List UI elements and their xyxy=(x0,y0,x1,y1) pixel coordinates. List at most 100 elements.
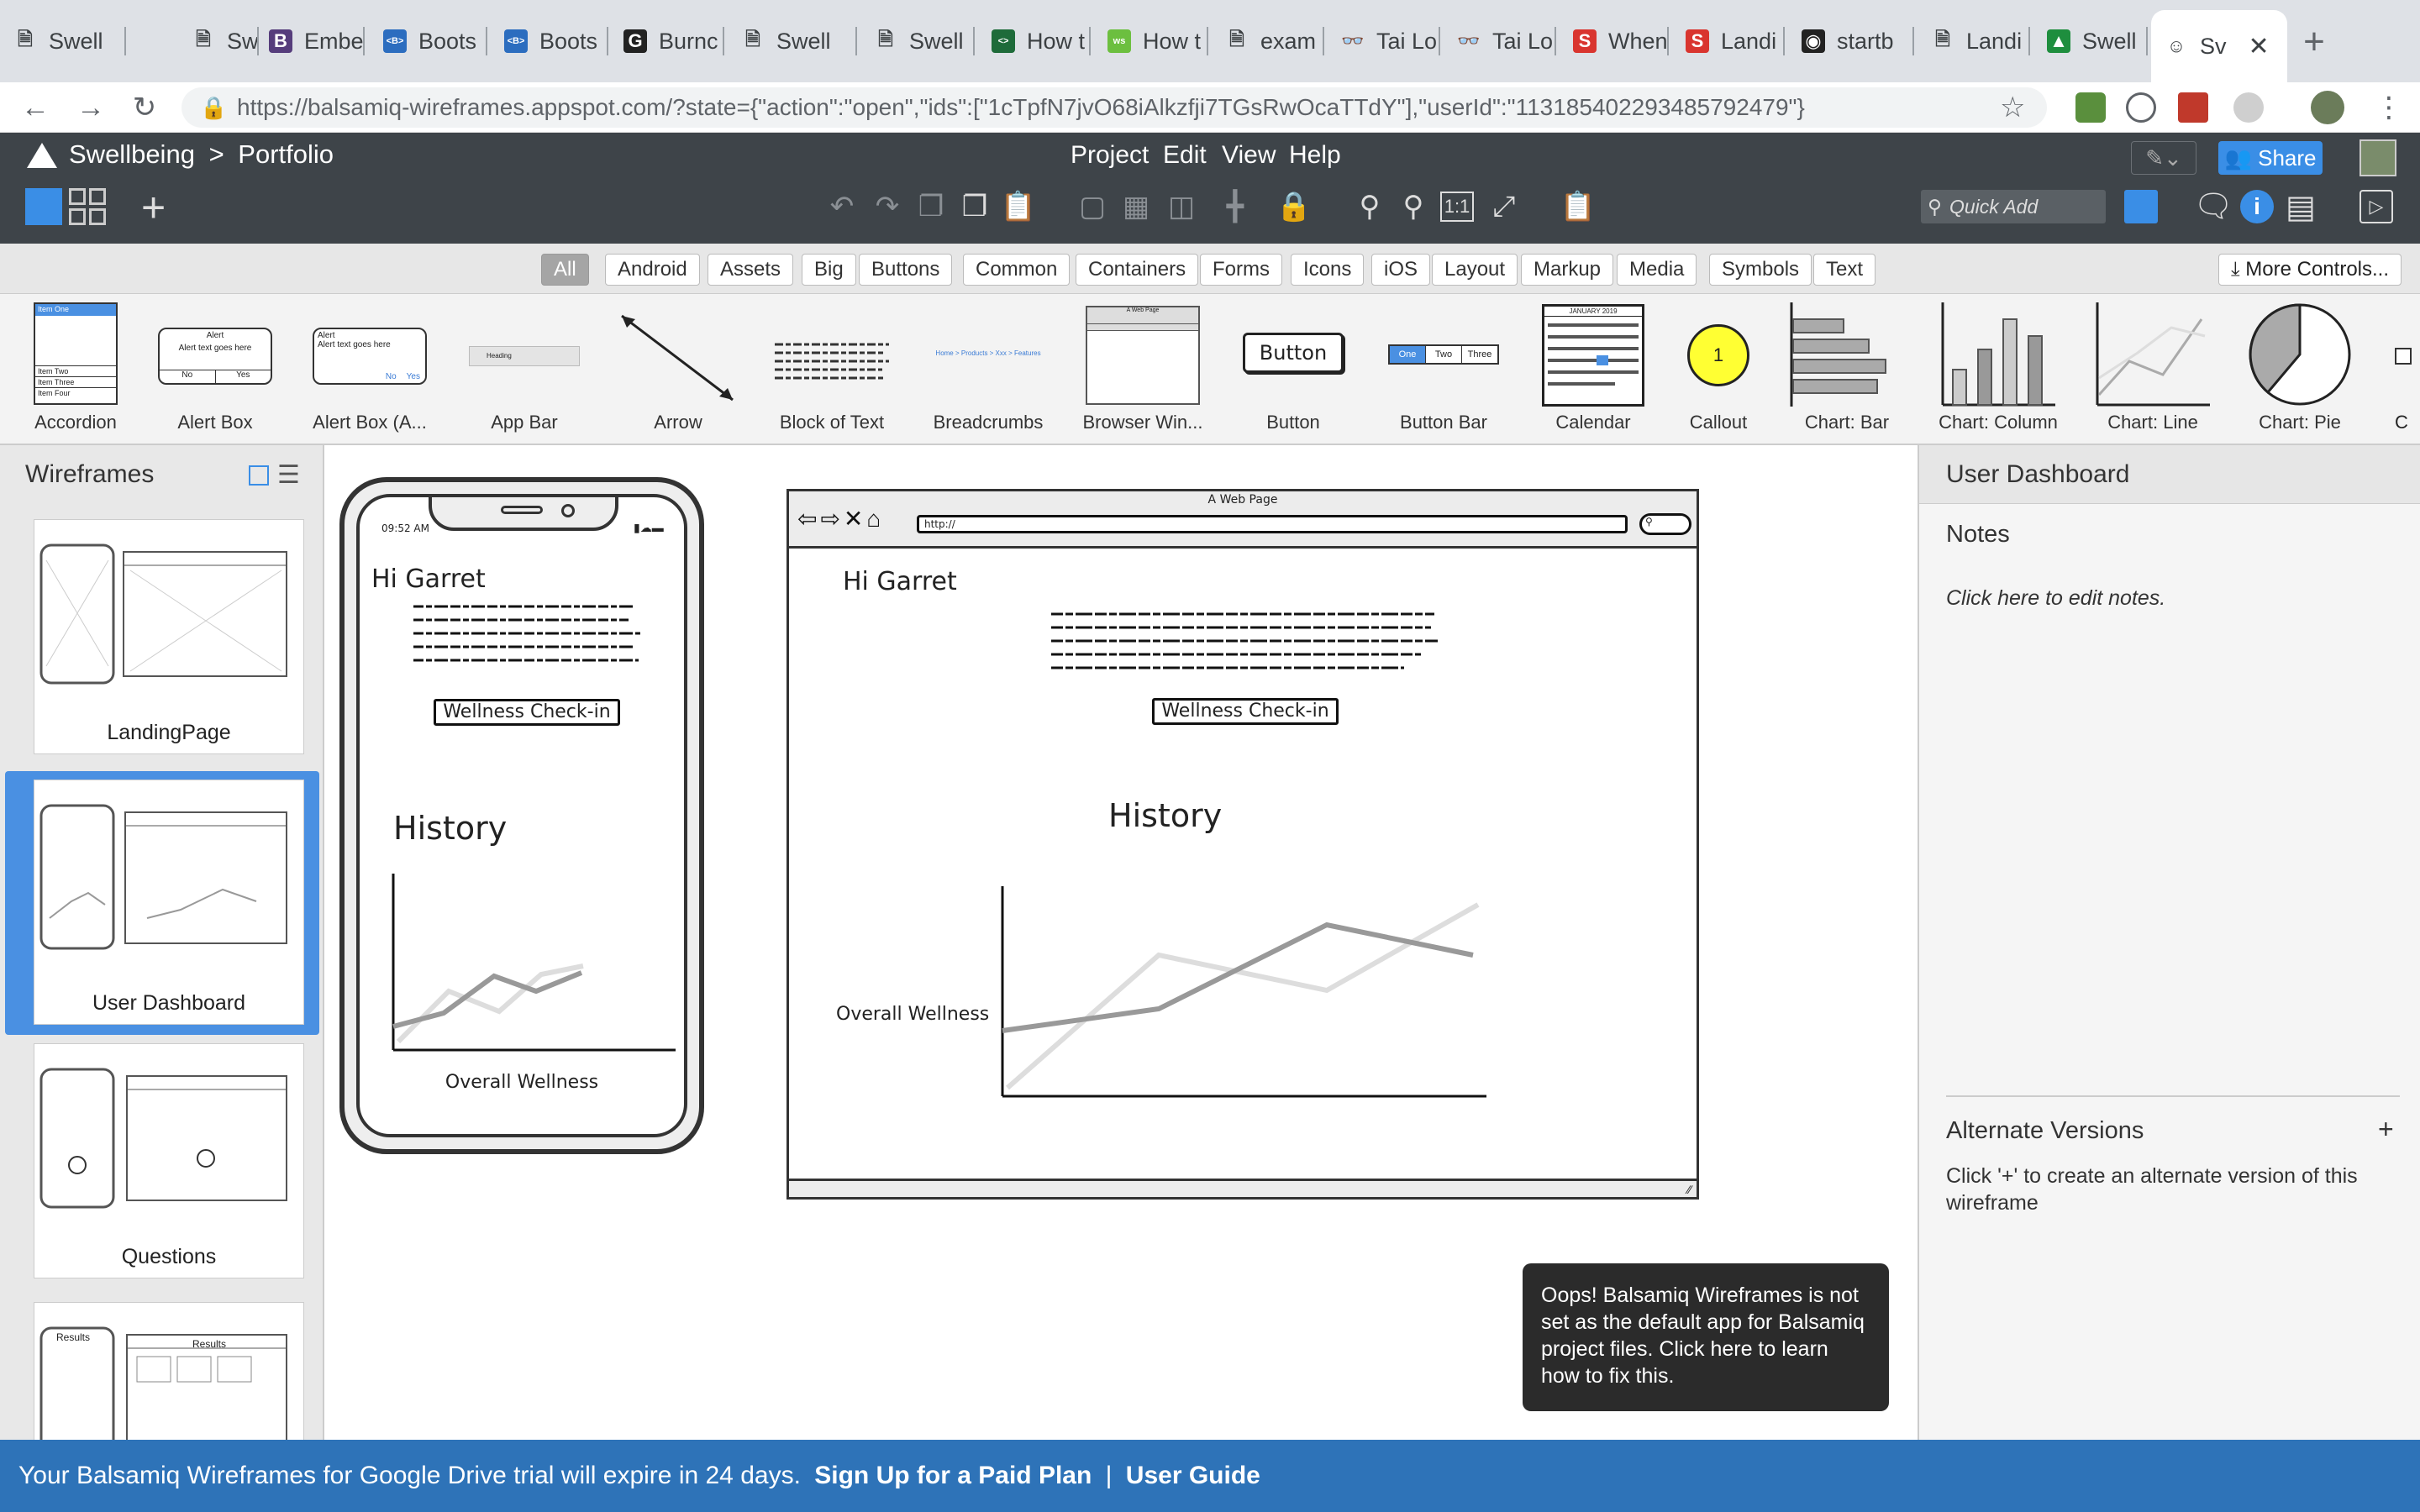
category-text[interactable]: Text xyxy=(1813,254,1876,286)
category-android[interactable]: Android xyxy=(605,254,700,286)
user-guide-link[interactable]: User Guide xyxy=(1126,1462,1260,1489)
browser-mockup[interactable]: A Web Page ⇦⇨✕⌂ http:// ⚲ Hi Garret Well… xyxy=(786,489,1699,1200)
lock-element-icon[interactable]: 🔒 xyxy=(1276,188,1313,225)
browser-tab[interactable]: ▲ Swell xyxy=(2033,12,2148,71)
add-alternate-version-button[interactable]: + xyxy=(2378,1114,2394,1145)
library-item-chart-bar[interactable]: Chart: Bar xyxy=(1790,294,1904,445)
grid-view-icon[interactable] xyxy=(69,188,106,225)
new-tab-button[interactable]: + xyxy=(2297,18,2331,66)
default-app-toast[interactable]: Oops! Balsamiq Wireframes is not set as … xyxy=(1523,1263,1889,1411)
clipboard-delete-icon[interactable]: 📋 xyxy=(1560,188,1597,225)
category-common[interactable]: Common xyxy=(963,254,1071,286)
browser-tab[interactable]: 👓 Tai Lo xyxy=(1444,12,1556,71)
category-big[interactable]: Big xyxy=(802,254,856,286)
browser-tab[interactable]: <> How t xyxy=(978,12,1091,71)
reload-icon[interactable]: ↻ xyxy=(128,91,161,124)
browser-search-box[interactable]: ⚲ xyxy=(1639,513,1691,535)
browser-tab[interactable]: <B> Boots xyxy=(370,12,487,71)
zoom-out-icon[interactable]: ⚲ xyxy=(1351,188,1388,225)
fit-screen-icon[interactable]: ⤢ xyxy=(1486,188,1523,225)
url-field[interactable]: 🔒 https://balsamiq-wireframes.appspot.co… xyxy=(182,87,2047,128)
category-markup[interactable]: Markup xyxy=(1521,254,1614,286)
library-item-chart-column[interactable]: Chart: Column xyxy=(1939,294,2058,445)
library-item-calendar[interactable]: JANUARY 2019 Calendar xyxy=(1541,294,1645,445)
extension-grey-icon[interactable] xyxy=(2233,92,2264,123)
category-ios[interactable]: iOS xyxy=(1371,254,1431,286)
library-item-button-bar[interactable]: One Two Three Button Bar xyxy=(1385,294,1502,445)
quick-add-input[interactable]: ⚲ Quick Add xyxy=(1921,190,2106,223)
library-item-breadcrumbs[interactable]: Home > Products > Xxx > Features Breadcr… xyxy=(929,294,1047,445)
library-item-alert-box[interactable]: Alert Alert text goes here No Yes Alert … xyxy=(156,294,274,445)
category-all[interactable]: All xyxy=(541,254,589,286)
redo-icon[interactable]: ↷ xyxy=(869,188,906,225)
browser-menu-icon[interactable]: ⋮ xyxy=(2375,91,2403,124)
browser-tab[interactable]: 🗎 Swell xyxy=(728,12,857,71)
actual-size-icon[interactable]: 1:1 xyxy=(1440,192,1474,222)
browser-tab[interactable]: 🗎 Landi xyxy=(1918,12,2030,71)
category-media[interactable]: Media xyxy=(1617,254,1697,286)
group-icon[interactable]: ▢ xyxy=(1074,188,1111,225)
align-icon[interactable]: ╋ xyxy=(1217,188,1254,225)
undo-icon[interactable]: ↶ xyxy=(823,188,860,225)
library-item-button[interactable]: Button Button xyxy=(1239,294,1348,445)
category-buttons[interactable]: Buttons xyxy=(859,254,953,286)
extension-red-icon[interactable] xyxy=(2178,92,2208,123)
duplicate-icon[interactable]: ❐ xyxy=(913,188,950,225)
menu-view[interactable]: View xyxy=(1222,141,1276,170)
more-controls-button[interactable]: ⤓ More Controls... xyxy=(2218,254,2402,286)
browser-tab[interactable]: 🗎 exam xyxy=(1212,12,1324,71)
signup-link[interactable]: Sign Up for a Paid Plan xyxy=(814,1462,1092,1489)
copy-icon[interactable]: ❐ xyxy=(956,188,993,225)
paste-icon[interactable]: 📋 xyxy=(1000,188,1037,225)
library-item-callout[interactable]: 1 Callout xyxy=(1682,294,1754,445)
category-icons[interactable]: Icons xyxy=(1291,254,1365,286)
media-library-icon[interactable] xyxy=(2124,190,2158,223)
user-avatar[interactable] xyxy=(2360,139,2396,176)
browser-mockup-url[interactable]: http:// xyxy=(917,515,1628,533)
browser-tab[interactable]: <B> Boots xyxy=(491,12,608,71)
category-symbols[interactable]: Symbols xyxy=(1709,254,1812,286)
zoom-in-icon[interactable]: ⚲ xyxy=(1395,188,1432,225)
browser-tab[interactable]: S Landi xyxy=(1672,12,1785,71)
forward-icon[interactable]: → xyxy=(74,91,108,124)
browser-checkin-button[interactable]: Wellness Check-in xyxy=(1152,698,1339,725)
browser-tab[interactable]: 🗎 Swell xyxy=(0,12,126,71)
browser-tab-active[interactable]: ☺ Sv ✕ xyxy=(2151,10,2287,82)
library-item-app-bar[interactable]: Heading App Bar xyxy=(467,294,581,445)
menu-help[interactable]: Help xyxy=(1289,141,1341,170)
browser-tab[interactable]: ◉ startb xyxy=(1788,12,1914,71)
back-icon[interactable]: ← xyxy=(18,91,52,124)
info-icon[interactable]: i xyxy=(2240,190,2274,223)
category-layout[interactable]: Layout xyxy=(1432,254,1518,286)
notes-edit-area[interactable]: Click here to edit notes. xyxy=(1946,586,2165,611)
bookmark-star-icon[interactable]: ☆ xyxy=(2000,91,2025,124)
list-view-icon[interactable]: ☰ xyxy=(277,460,300,490)
single-page-view-icon[interactable] xyxy=(25,188,62,225)
library-item-accordion[interactable]: Item One Item Two Item Three Item Four A… xyxy=(32,294,119,445)
browser-tab[interactable]: G Burnc xyxy=(610,12,724,71)
library-item-alert-box-a[interactable]: Alert Alert text goes here No Yes Alert … xyxy=(311,294,429,445)
browser-tab[interactable]: 👓 Tai Lo xyxy=(1328,12,1440,71)
extension-code-icon[interactable] xyxy=(2126,92,2156,123)
page-card-user-dashboard[interactable]: User Dashboard xyxy=(34,780,304,1025)
menu-project[interactable]: Project xyxy=(1071,141,1149,170)
page-card-landingpage[interactable]: LandingPage xyxy=(34,519,304,754)
breadcrumb-page[interactable]: Portfolio xyxy=(238,139,334,169)
tab-close-icon[interactable]: ✕ xyxy=(2249,32,2270,61)
page-card-questions[interactable]: Questions xyxy=(34,1043,304,1278)
phone-checkin-button[interactable]: Wellness Check-in xyxy=(434,699,620,726)
ungroup-icon[interactable]: ▦ xyxy=(1118,188,1155,225)
extension-eyedropper-icon[interactable] xyxy=(2075,92,2106,123)
browser-tab[interactable]: 🗎 Swell xyxy=(178,12,259,71)
thumbnail-view-icon[interactable] xyxy=(249,465,269,486)
share-button[interactable]: 👥 Share xyxy=(2218,141,2323,175)
presentation-mode-icon[interactable]: ▷ xyxy=(2360,190,2393,223)
library-item-chart-line[interactable]: Chart: Line xyxy=(2096,294,2210,445)
browser-tab[interactable]: S When xyxy=(1560,12,1669,71)
browser-tab[interactable]: ws How t xyxy=(1094,12,1208,71)
phone-mockup[interactable]: 09:52 AM ▮☁▬ Hi Garret Wellness Check-in… xyxy=(339,477,704,1154)
library-item-browser-window[interactable]: A Web Page Browser Win... xyxy=(1082,294,1203,445)
add-wireframe-icon[interactable]: + xyxy=(141,183,166,232)
profile-avatar[interactable] xyxy=(2311,91,2344,124)
library-item-partial[interactable]: C xyxy=(2391,294,2420,445)
